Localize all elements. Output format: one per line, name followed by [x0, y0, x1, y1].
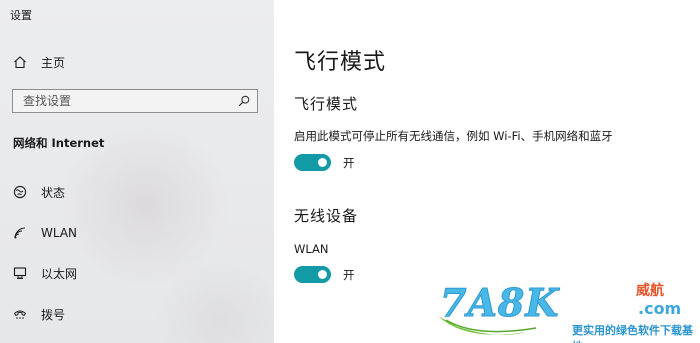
globe-status-icon — [13, 185, 27, 199]
sidebar-item-ethernet[interactable]: 以太网 — [0, 258, 274, 288]
wlan-device-label: WLAN — [294, 242, 329, 256]
home-icon — [13, 55, 27, 69]
dialup-icon — [13, 307, 27, 321]
ethernet-icon — [13, 266, 27, 280]
watermark-domain: .com — [638, 299, 682, 318]
airplane-mode-toggle-row: 开 — [294, 154, 355, 171]
search-icon[interactable] — [238, 95, 250, 107]
wlan-toggle[interactable] — [294, 266, 331, 283]
sidebar: 设置 主页 网络和 Internet 状态 WLAN — [0, 0, 274, 343]
wlan-toggle-row: 开 — [294, 266, 355, 283]
airplane-mode-description: 启用此模式可停止所有无线通信，例如 Wi-Fi、手机网络和蓝牙 — [294, 129, 613, 143]
settings-window: 设置 主页 网络和 Internet 状态 WLAN — [0, 0, 700, 343]
watermark-slogan: 更实用的绿色软件下载基地 — [572, 324, 693, 343]
sidebar-item-label: WLAN — [41, 226, 78, 240]
wlan-state: 开 — [343, 267, 355, 282]
toggle-knob — [318, 270, 327, 279]
sidebar-item-label: 状态 — [41, 185, 66, 200]
page-title: 飞行模式 — [294, 50, 387, 75]
sidebar-item-status[interactable]: 状态 — [0, 177, 274, 207]
sidebar-item-label: 主页 — [41, 55, 66, 70]
search-field[interactable] — [12, 89, 258, 113]
airplane-mode-state: 开 — [343, 155, 355, 170]
toggle-knob — [318, 158, 327, 167]
sidebar-item-dialup[interactable]: 拨号 — [0, 299, 274, 329]
sidebar-item-label: 以太网 — [41, 266, 78, 281]
search-input[interactable] — [23, 94, 233, 108]
airplane-mode-heading: 飞行模式 — [294, 95, 359, 113]
app-title: 设置 — [10, 9, 32, 22]
watermark: 7A8K 威航 .com 更实用的绿色软件下载基地 — [436, 278, 700, 343]
watermark-tag: 威航 — [636, 283, 664, 299]
watermark-logo: 7A8K — [439, 280, 560, 326]
wifi-icon — [13, 226, 27, 240]
sidebar-item-label: 拨号 — [41, 307, 66, 322]
sidebar-item-wlan[interactable]: WLAN — [0, 218, 274, 248]
section-title: 网络和 Internet — [13, 136, 105, 150]
wireless-devices-heading: 无线设备 — [294, 207, 359, 225]
airplane-mode-toggle[interactable] — [294, 154, 331, 171]
sidebar-item-home[interactable]: 主页 — [0, 47, 274, 77]
